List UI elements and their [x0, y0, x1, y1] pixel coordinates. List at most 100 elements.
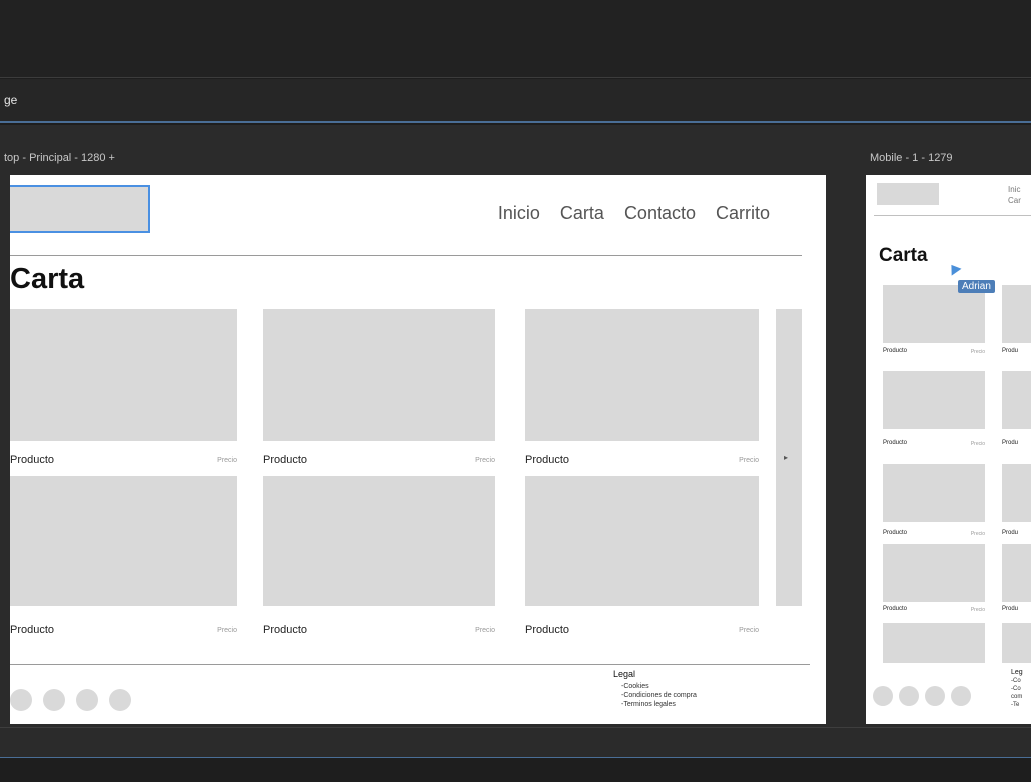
product-card[interactable]: Produ — [1002, 544, 1031, 618]
legal-link-cookies[interactable]: -Cookies — [613, 682, 697, 691]
logo-placeholder[interactable] — [877, 183, 939, 205]
circle-placeholder-icon[interactable] — [76, 689, 98, 711]
circle-placeholder-icon[interactable] — [925, 686, 945, 706]
product-price: Precio — [217, 627, 237, 634]
social-icons — [10, 689, 131, 711]
product-price: Precio — [970, 531, 985, 537]
logo-placeholder[interactable] — [10, 185, 150, 233]
collaborator-name-badge: Adrian — [958, 280, 995, 293]
product-image-placeholder — [1002, 623, 1031, 663]
circle-placeholder-icon[interactable] — [951, 686, 971, 706]
product-image-placeholder — [263, 476, 495, 606]
nav-item-contacto[interactable]: Contacto — [624, 203, 696, 224]
header-divider — [10, 255, 802, 256]
product-name: Produ — [1002, 440, 1019, 446]
nav-item-carrito[interactable]: Carrito — [716, 203, 770, 224]
circle-placeholder-icon[interactable] — [873, 686, 893, 706]
legal-links: Legal -Cookies -Condiciones de compra -T… — [613, 670, 697, 709]
editor-status-bar — [0, 757, 1031, 782]
product-card[interactable]: Producto Precio — [883, 464, 985, 538]
product-card[interactable]: Producto Precio — [263, 309, 495, 469]
nav-item-inicio[interactable]: Inicio — [498, 203, 540, 224]
product-name: Produ — [1002, 606, 1019, 612]
page-name[interactable]: ge — [4, 93, 17, 107]
product-card[interactable]: Producto Precio — [10, 309, 237, 469]
product-image-placeholder — [10, 476, 237, 606]
product-price: Precio — [475, 457, 495, 464]
product-name: Producto — [525, 624, 570, 636]
product-image-placeholder — [525, 476, 759, 606]
product-card[interactable]: Producto Precio — [525, 476, 759, 636]
product-image-placeholder — [525, 309, 759, 441]
product-image-placeholder — [1002, 285, 1031, 343]
product-name: Producto — [883, 606, 908, 612]
product-image-placeholder — [883, 371, 985, 429]
product-price: Precio — [739, 627, 759, 634]
product-name: Producto — [263, 624, 308, 636]
product-card[interactable]: Produ — [1002, 371, 1031, 446]
product-card[interactable] — [883, 623, 985, 665]
product-name: Producto — [525, 454, 570, 466]
product-price: Precio — [970, 349, 985, 355]
product-name: Producto — [883, 530, 908, 536]
product-price: Precio — [475, 627, 495, 634]
nav-item-inicio[interactable]: Inic — [1008, 184, 1021, 195]
circle-placeholder-icon[interactable] — [109, 689, 131, 711]
product-card[interactable] — [1002, 623, 1031, 665]
product-card[interactable]: Producto Precio — [263, 476, 495, 636]
legal-title: Leg — [1011, 669, 1023, 676]
page-bar: ge — [0, 79, 1031, 123]
circle-placeholder-icon[interactable] — [10, 689, 32, 711]
editor-top-toolbar — [0, 0, 1031, 78]
header-divider — [874, 215, 1031, 216]
legal-link-cookies[interactable]: -Co — [1011, 677, 1023, 685]
circle-placeholder-icon[interactable] — [43, 689, 65, 711]
product-image-placeholder — [263, 309, 495, 441]
mobile-artboard-title[interactable]: Mobile - 1 - 1279 — [870, 152, 953, 164]
product-name: Producto — [263, 454, 308, 466]
desktop-nav: Inicio Carta Contacto Carrito — [498, 203, 770, 224]
nav-item-carta[interactable]: Carta — [560, 203, 604, 224]
product-card[interactable]: Producto Precio — [883, 371, 985, 447]
mobile-artboard[interactable]: Inic Car Carta Producto Precio Produ Pro… — [866, 175, 1031, 724]
product-price: Precio — [970, 607, 985, 613]
product-image-placeholder — [1002, 464, 1031, 522]
legal-link-conditions[interactable]: -Condiciones de compra — [613, 691, 697, 700]
product-card[interactable]: Produ — [1002, 285, 1031, 359]
product-price: Precio — [970, 441, 985, 447]
product-card[interactable]: Producto Precio — [883, 285, 985, 359]
social-icons — [873, 686, 971, 706]
legal-links: Leg -Co -Co com -Te — [1011, 669, 1023, 709]
product-card[interactable]: Producto Precio — [10, 476, 237, 636]
legal-title: Legal — [613, 669, 636, 679]
product-card[interactable]: Producto Precio — [883, 544, 985, 618]
legal-link-conditions[interactable]: -Co — [1011, 685, 1023, 693]
product-image-placeholder — [883, 464, 985, 522]
page-heading: Carta — [10, 263, 85, 295]
desktop-artboard-title[interactable]: top - Principal - 1280 + — [4, 152, 115, 164]
product-card[interactable]: Producto Precio — [525, 309, 759, 469]
carousel-arrow-icon[interactable]: ▸ — [784, 453, 788, 462]
carousel-scroll-strip[interactable]: ▸ — [776, 309, 802, 606]
mobile-nav: Inic Car — [1008, 184, 1021, 206]
product-image-placeholder — [883, 285, 985, 343]
product-price: Precio — [739, 457, 759, 464]
product-image-placeholder — [883, 623, 985, 663]
product-name: Produ — [1002, 348, 1019, 354]
legal-link-terms[interactable]: -Terminos legales — [613, 700, 697, 709]
desktop-artboard[interactable]: Inicio Carta Contacto Carrito Carta Prod… — [10, 175, 826, 724]
product-image-placeholder — [883, 544, 985, 602]
product-image-placeholder — [1002, 544, 1031, 602]
footer-divider — [10, 664, 810, 665]
product-name: Producto — [10, 624, 55, 636]
product-name: Producto — [883, 440, 908, 446]
legal-link-terms[interactable]: -Te — [1011, 701, 1023, 709]
product-name: Producto — [883, 348, 908, 354]
product-name: Produ — [1002, 530, 1019, 536]
product-card[interactable]: Produ — [1002, 464, 1031, 538]
page-heading: Carta — [879, 245, 928, 266]
legal-link-conditions-cont[interactable]: com — [1011, 693, 1023, 701]
nav-item-carta[interactable]: Car — [1008, 195, 1021, 206]
circle-placeholder-icon[interactable] — [899, 686, 919, 706]
product-name: Producto — [10, 454, 55, 466]
